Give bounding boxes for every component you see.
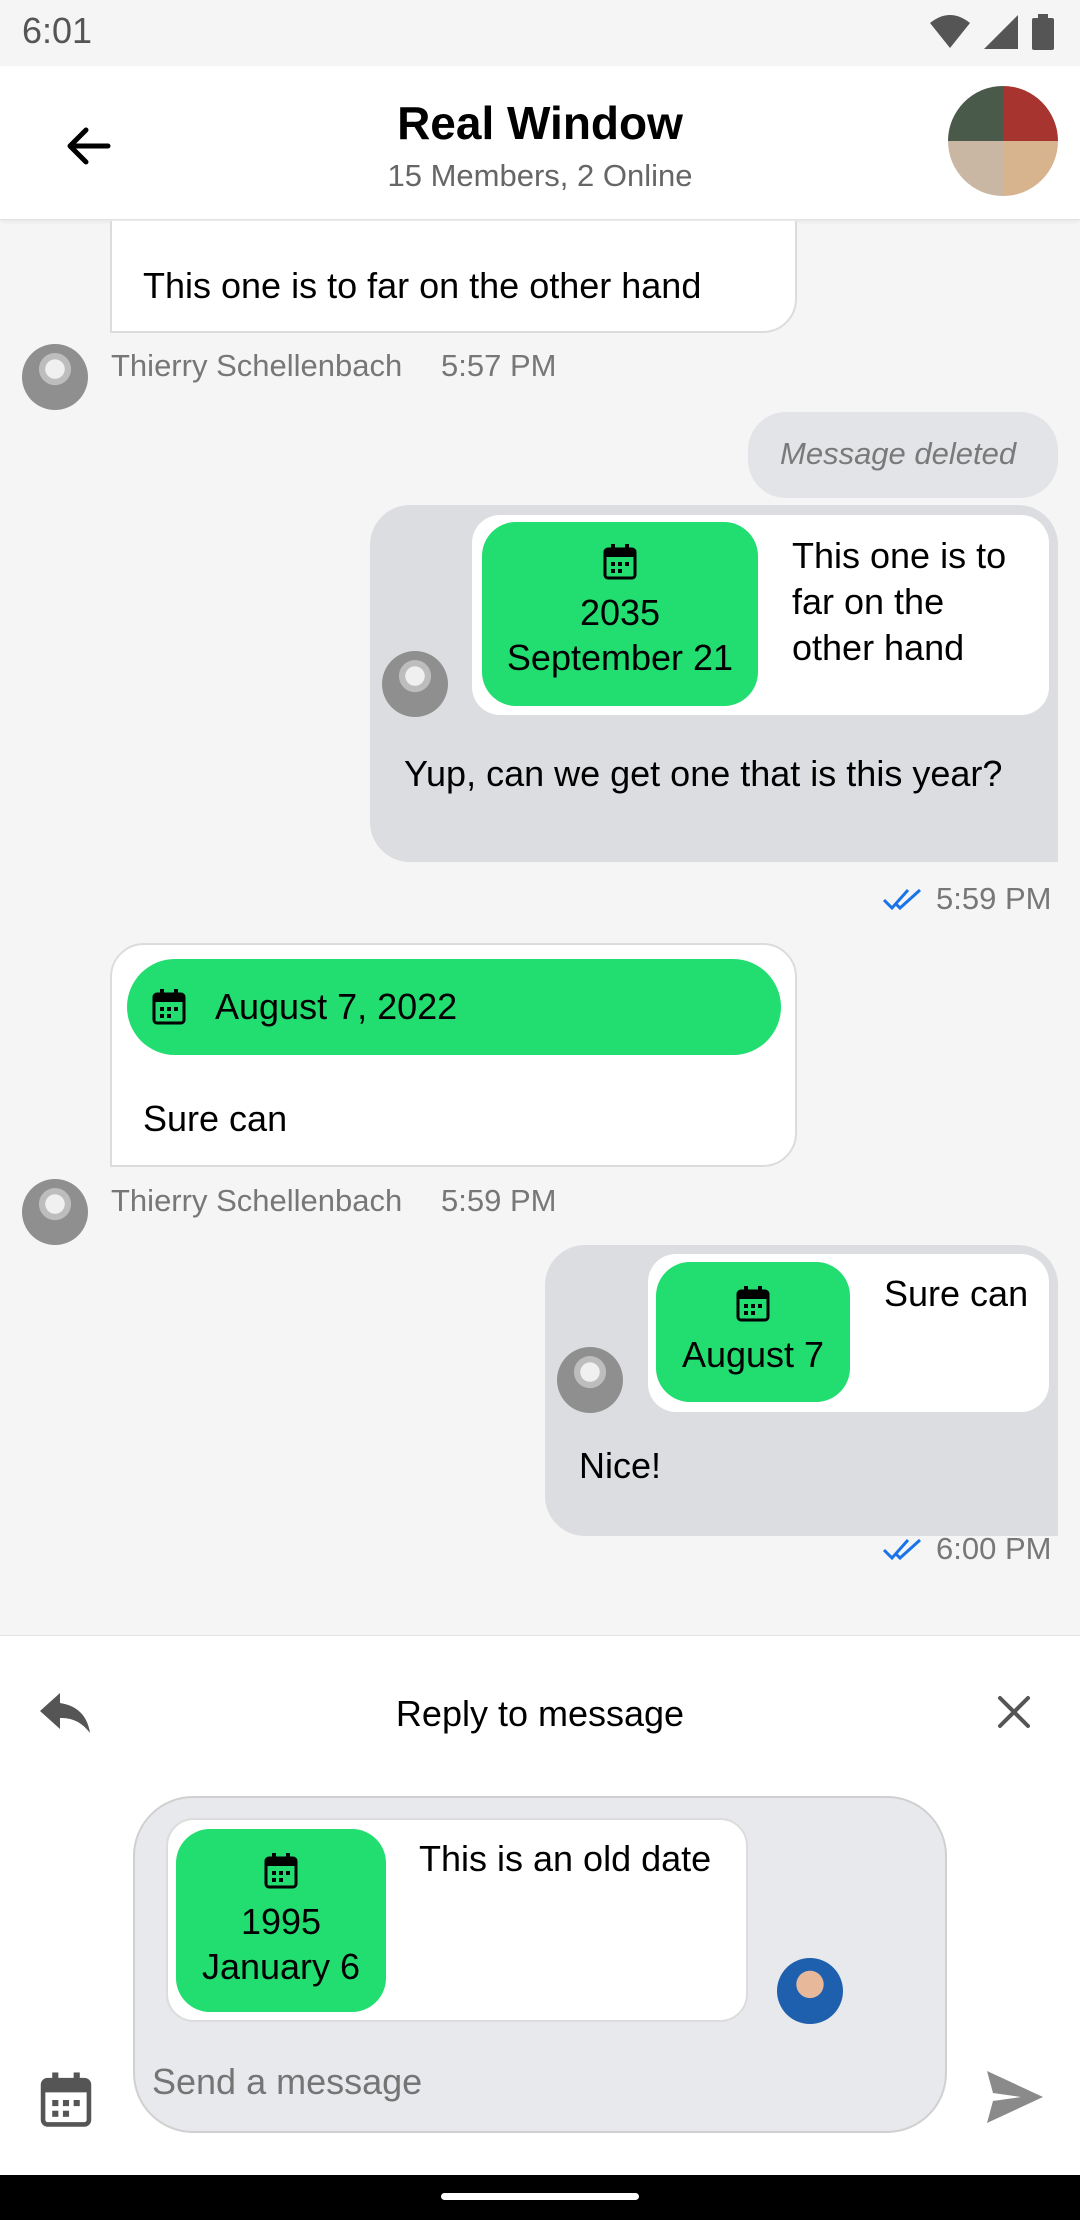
date-attachment: August 7, 2022 [127, 959, 781, 1055]
quoted-date-attachment: 2035 September 21 [482, 522, 758, 706]
date-label: August 7, 2022 [215, 986, 458, 1027]
send-icon[interactable] [985, 2069, 1045, 2125]
signal-icon [984, 15, 1018, 49]
quoted-date-year: 2035 [579, 592, 661, 633]
message-author: Thierry Schellenbach [111, 348, 403, 383]
calendar-icon [736, 1286, 770, 1322]
battery-icon [1032, 14, 1054, 50]
home-handle[interactable] [441, 2193, 639, 2200]
message-author: Thierry Schellenbach [111, 1183, 403, 1218]
calendar-icon [152, 989, 186, 1025]
system-nav-bar [0, 2175, 1080, 2220]
read-receipt-icon [882, 1538, 922, 1561]
message-list[interactable]: This one is to far on the other hand Thi… [0, 221, 1080, 1635]
message-time: 5:59 PM [936, 881, 1052, 916]
group-avatar[interactable] [948, 86, 1058, 196]
message-time: 6:00 PM [936, 1531, 1052, 1566]
message-input[interactable] [152, 2052, 912, 2112]
message-text: Nice! [579, 1445, 662, 1486]
quoted-avatar [382, 651, 448, 717]
status-time: 6:01 [22, 10, 93, 51]
reply-quoted-date-attachment: 1995 January 6 [176, 1829, 386, 2012]
message-time: 5:59 PM [441, 1183, 557, 1218]
calendar-icon [603, 544, 637, 580]
quoted-date-day: August 7 [681, 1334, 825, 1375]
channel-title: Real Window [397, 97, 683, 149]
close-icon[interactable] [994, 1692, 1034, 1732]
message-time: 5:57 PM [441, 348, 557, 383]
reply-quoted-text: This is an old date [419, 1838, 712, 1879]
message-text: This one is to far on the other hand [143, 265, 702, 306]
status-bar: 6:01 [0, 0, 1080, 66]
channel-header: Real Window 15 Members, 2 Online [0, 66, 1080, 220]
reply-quoted-date-year: 1995 [240, 1901, 322, 1942]
quoted-date-day: September 21 [506, 637, 734, 678]
read-receipt-icon [882, 888, 922, 911]
quoted-text: Sure can [884, 1273, 1029, 1314]
wifi-icon [930, 15, 970, 48]
channel-subtitle: 15 Members, 2 Online [387, 158, 693, 193]
reply-composer: Reply to message 1995 January 6 This is … [0, 1635, 1080, 2175]
avatar[interactable] [22, 344, 88, 410]
status-icons [930, 14, 1054, 50]
reply-title: Reply to message [395, 1693, 685, 1734]
reply-author-avatar [777, 1958, 843, 2024]
quoted-avatar [557, 1347, 623, 1413]
quoted-text: This one is to far on the other hand [792, 535, 1007, 668]
calendar-picker-icon[interactable] [40, 2072, 92, 2128]
quoted-date-attachment: August 7 [656, 1262, 850, 1402]
message-text: Yup, can we get one that is this year? [404, 753, 1003, 794]
message-text: Sure can [143, 1098, 288, 1139]
calendar-icon [264, 1853, 298, 1889]
avatar[interactable] [22, 1179, 88, 1245]
reply-quoted-date-day: January 6 [201, 1946, 361, 1987]
deleted-message: Message deleted [748, 412, 1058, 498]
